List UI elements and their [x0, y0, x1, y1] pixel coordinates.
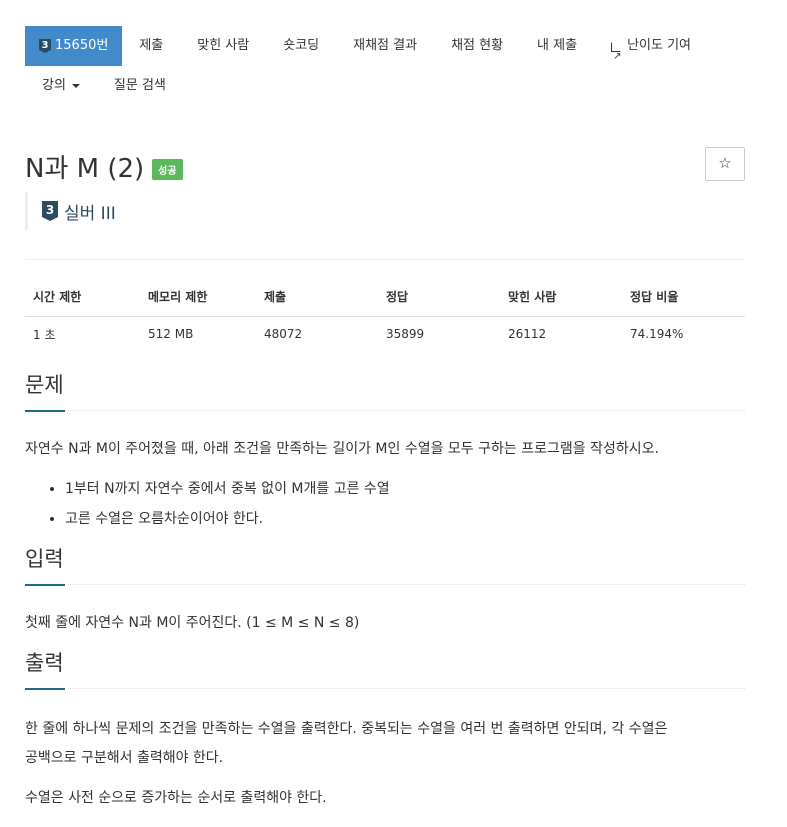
section-accent	[25, 688, 65, 690]
section-divider	[25, 584, 745, 585]
tab-difficulty-contribution[interactable]: 난이도 기여	[594, 26, 708, 77]
tier-label[interactable]: 실버 III	[64, 199, 116, 224]
tab-submit[interactable]: 제출	[122, 26, 180, 66]
problem-nav-row-2: 강의 질문 검색	[25, 66, 745, 106]
section-accent	[25, 584, 65, 586]
value-submissions: 48072	[264, 327, 303, 342]
silver-tier-icon: 3	[39, 39, 51, 53]
silver-tier-icon: 3	[42, 201, 58, 221]
output-order-description: 수열은 사전 순으로 증가하는 순서로 출력해야 한다.	[25, 790, 327, 806]
section-input: 입력 첫째 줄에 자연수 N과 M이 주어진다. (1 ≤ M ≤ N ≤ 8)	[25, 543, 745, 638]
problem-tier: 3 실버 III	[25, 192, 116, 230]
tab-judge-status[interactable]: 채점 현황	[434, 26, 520, 66]
tab-rejudge-results[interactable]: 재채점 결과	[336, 26, 434, 66]
section-problem: 문제 자연수 N과 M이 주어졌을 때, 아래 조건을 만족하는 길이가 M인 …	[25, 369, 745, 534]
caret-down-icon	[71, 84, 80, 88]
divider	[25, 259, 745, 260]
problem-description: 자연수 N과 M이 주어졌을 때, 아래 조건을 만족하는 길이가 M인 수열을…	[25, 441, 659, 457]
tab-solved-users[interactable]: 맞힌 사람	[180, 26, 266, 66]
value-solvers: 26112	[508, 327, 547, 342]
section-accent	[25, 410, 65, 412]
output-description: 한 줄에 하나씩 문제의 조건을 만족하는 수열을 출력한다. 중복되는 수열을…	[25, 715, 745, 773]
tab-my-submissions[interactable]: 내 제출	[520, 26, 594, 66]
table-row: 1 초 512 MB 48072 35899 26112 74.194%	[25, 316, 745, 352]
header-accepted: 정답	[378, 278, 500, 317]
tab-lectures-label: 강의	[42, 78, 66, 93]
problem-header: N과 M (2) 성공	[25, 148, 183, 185]
section-input-title: 입력	[25, 547, 64, 571]
value-memory-limit: 512 MB	[148, 327, 194, 342]
tab-problem-label: 15650번	[55, 38, 109, 53]
tab-difficulty-label: 난이도 기여	[627, 38, 691, 53]
section-divider	[25, 688, 745, 689]
tab-problem[interactable]: 3 15650번	[25, 26, 123, 66]
problem-page: 3 15650번 제출 맞힌 사람 숏코딩 재채점 결과 채점 현황 내 제출 …	[0, 0, 787, 827]
list-item: 1부터 N까지 자연수 중에서 중복 없이 M개를 고른 수열	[65, 474, 745, 504]
external-link-icon	[611, 37, 623, 77]
problem-info-table: 시간 제한 메모리 제한 제출 정답 맞힌 사람 정답 비율 1 초 512 M…	[25, 278, 745, 352]
section-output: 출력 한 줄에 하나씩 문제의 조건을 만족하는 수열을 출력한다. 중복되는 …	[25, 647, 745, 813]
value-accept-ratio: 74.194%	[630, 327, 684, 342]
table-header-row: 시간 제한 메모리 제한 제출 정답 맞힌 사람 정답 비율	[25, 278, 745, 317]
header-memory-limit: 메모리 제한	[140, 278, 256, 317]
tab-short-coding[interactable]: 숏코딩	[266, 26, 336, 66]
header-accept-ratio: 정답 비율	[622, 278, 745, 317]
input-description: 첫째 줄에 자연수 N과 M이 주어진다. (1 ≤ M ≤ N ≤ 8)	[25, 615, 360, 631]
value-time-limit: 1 초	[33, 327, 56, 342]
header-solvers: 맞힌 사람	[500, 278, 622, 317]
tab-question-search[interactable]: 질문 검색	[97, 66, 183, 106]
star-button[interactable]: ☆	[705, 147, 745, 181]
header-submissions: 제출	[256, 278, 378, 317]
status-badge: 성공	[152, 159, 183, 180]
section-input-header: 입력	[25, 543, 745, 586]
page-title: N과 M (2)	[25, 154, 145, 184]
value-accepted: 35899	[386, 327, 425, 342]
section-divider	[25, 410, 745, 411]
section-output-header: 출력	[25, 647, 745, 690]
output-description-line-1: 한 줄에 하나씩 문제의 조건을 만족하는 수열을 출력한다. 중복되는 수열을…	[25, 721, 668, 737]
section-output-title: 출력	[25, 651, 64, 675]
section-problem-header: 문제	[25, 369, 745, 412]
problem-nav-row-1: 3 15650번 제출 맞힌 사람 숏코딩 재채점 결과 채점 현황 내 제출 …	[25, 26, 745, 77]
header-time-limit: 시간 제한	[25, 278, 140, 317]
output-description-line-2: 공백으로 구분해서 출력해야 한다.	[25, 750, 224, 766]
problem-nav: 3 15650번 제출 맞힌 사람 숏코딩 재채점 결과 채점 현황 내 제출 …	[25, 26, 745, 106]
tab-lectures[interactable]: 강의	[25, 66, 97, 106]
list-item: 고른 수열은 오름차순이어야 한다.	[65, 504, 745, 534]
problem-conditions: 1부터 N까지 자연수 중에서 중복 없이 M개를 고른 수열 고른 수열은 오…	[65, 474, 745, 534]
section-problem-title: 문제	[25, 373, 64, 397]
